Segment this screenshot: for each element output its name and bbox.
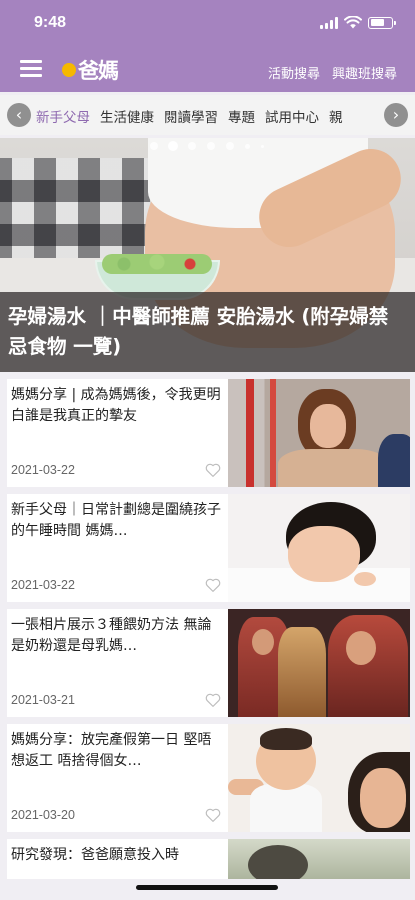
category-bar: ‹ 新手父母 生活健康 閱讀學習 專題 試用中心 親 › <box>0 95 415 135</box>
article-thumbnail <box>228 724 410 832</box>
article-date: 2021-03-20 <box>11 808 75 822</box>
app-header: 9:48 爸媽 活動搜尋 興趣班搜尋 <box>0 0 415 92</box>
carousel-dot[interactable] <box>150 142 158 150</box>
heart-outline-icon[interactable] <box>204 806 222 824</box>
article-thumbnail <box>228 609 410 717</box>
article-date: 2021-03-22 <box>11 463 75 477</box>
carousel-dot-active[interactable] <box>169 142 177 150</box>
category-tab-health[interactable]: 生活健康 <box>100 106 154 126</box>
carousel-dots <box>150 142 264 150</box>
heart-outline-icon[interactable] <box>204 461 222 479</box>
article-title: 媽媽分享 | 成為媽媽後，令我更明白誰是我真正的摯友 <box>11 387 221 424</box>
header-links: 活動搜尋 興趣班搜尋 <box>268 63 397 82</box>
carousel-dot[interactable] <box>245 143 250 149</box>
heart-outline-icon[interactable] <box>204 576 222 594</box>
category-tab-more[interactable]: 親 <box>329 106 343 126</box>
article-title: 媽媽分享：放完產假第一日 堅唔想返工 唔捨得個女… <box>11 732 212 769</box>
hero-salad <box>102 254 212 274</box>
article-title: 研究發現：爸爸願意投入時 <box>11 847 179 863</box>
carousel-dot[interactable] <box>188 142 196 150</box>
carousel-dot[interactable] <box>207 142 215 150</box>
carousel-dot[interactable] <box>226 142 234 150</box>
status-icons <box>320 16 396 29</box>
article-card[interactable]: 新手父母｜日常計劃總是圍繞孩子的午睡時間 媽媽… 2021-03-22 <box>7 494 410 602</box>
battery-icon <box>368 16 396 29</box>
article-card[interactable]: 一張相片展示３種餵奶方法 無論是奶粉還是母乳媽… 2021-03-21 <box>7 609 410 717</box>
logo[interactable]: 爸媽 <box>62 56 119 84</box>
article-title: 新手父母｜日常計劃總是圍繞孩子的午睡時間 媽媽… <box>11 502 221 539</box>
category-tab-trial-center[interactable]: 試用中心 <box>265 106 319 126</box>
article-thumbnail <box>228 379 410 487</box>
cellular-signal-icon <box>320 16 338 29</box>
article-thumbnail <box>228 494 410 602</box>
article-thumbnail <box>228 839 410 879</box>
status-bar: 9:48 <box>0 0 415 46</box>
article-title: 一張相片展示３種餵奶方法 無論是奶粉還是母乳媽… <box>11 617 212 654</box>
chevron-left-icon[interactable]: ‹ <box>7 103 31 127</box>
battery-level <box>370 19 384 26</box>
interest-class-search-link[interactable]: 興趣班搜尋 <box>332 63 397 82</box>
category-tab-learning[interactable]: 閱讀學習 <box>164 106 218 126</box>
article-date: 2021-03-21 <box>11 693 75 707</box>
carousel-dot[interactable] <box>261 144 264 148</box>
nav-row: 爸媽 活動搜尋 興趣班搜尋 <box>0 50 415 90</box>
article-card[interactable]: 媽媽分享：放完產假第一日 堅唔想返工 唔捨得個女… 2021-03-20 <box>7 724 410 832</box>
home-indicator[interactable] <box>136 885 278 890</box>
heart-outline-icon[interactable] <box>204 691 222 709</box>
article-card[interactable]: 研究發現：爸爸願意投入時 <box>7 839 410 879</box>
hero-banner[interactable]: 孕婦湯水 ｜中醫師推薦 安胎湯水 (附孕婦禁忌食物 一覽) <box>0 138 415 372</box>
logo-text: 爸媽 <box>78 59 119 83</box>
activity-search-link[interactable]: 活動搜尋 <box>268 63 320 82</box>
hamburger-menu-icon[interactable] <box>20 60 42 78</box>
status-time: 9:48 <box>34 14 67 31</box>
chevron-right-icon[interactable]: › <box>384 103 408 127</box>
category-tab-features[interactable]: 專題 <box>228 106 255 126</box>
article-date: 2021-03-22 <box>11 578 75 592</box>
category-tab-new-parents[interactable]: 新手父母 <box>36 106 90 126</box>
wifi-icon <box>344 16 362 29</box>
hero-title: 孕婦湯水 ｜中醫師推薦 安胎湯水 (附孕婦禁忌食物 一覽) <box>8 305 389 358</box>
article-card[interactable]: 媽媽分享 | 成為媽媽後，令我更明白誰是我真正的摯友 2021-03-22 <box>7 379 410 487</box>
logo-mark-icon <box>62 63 76 77</box>
category-list: 新手父母 生活健康 閱讀學習 專題 試用中心 親 <box>36 106 381 126</box>
